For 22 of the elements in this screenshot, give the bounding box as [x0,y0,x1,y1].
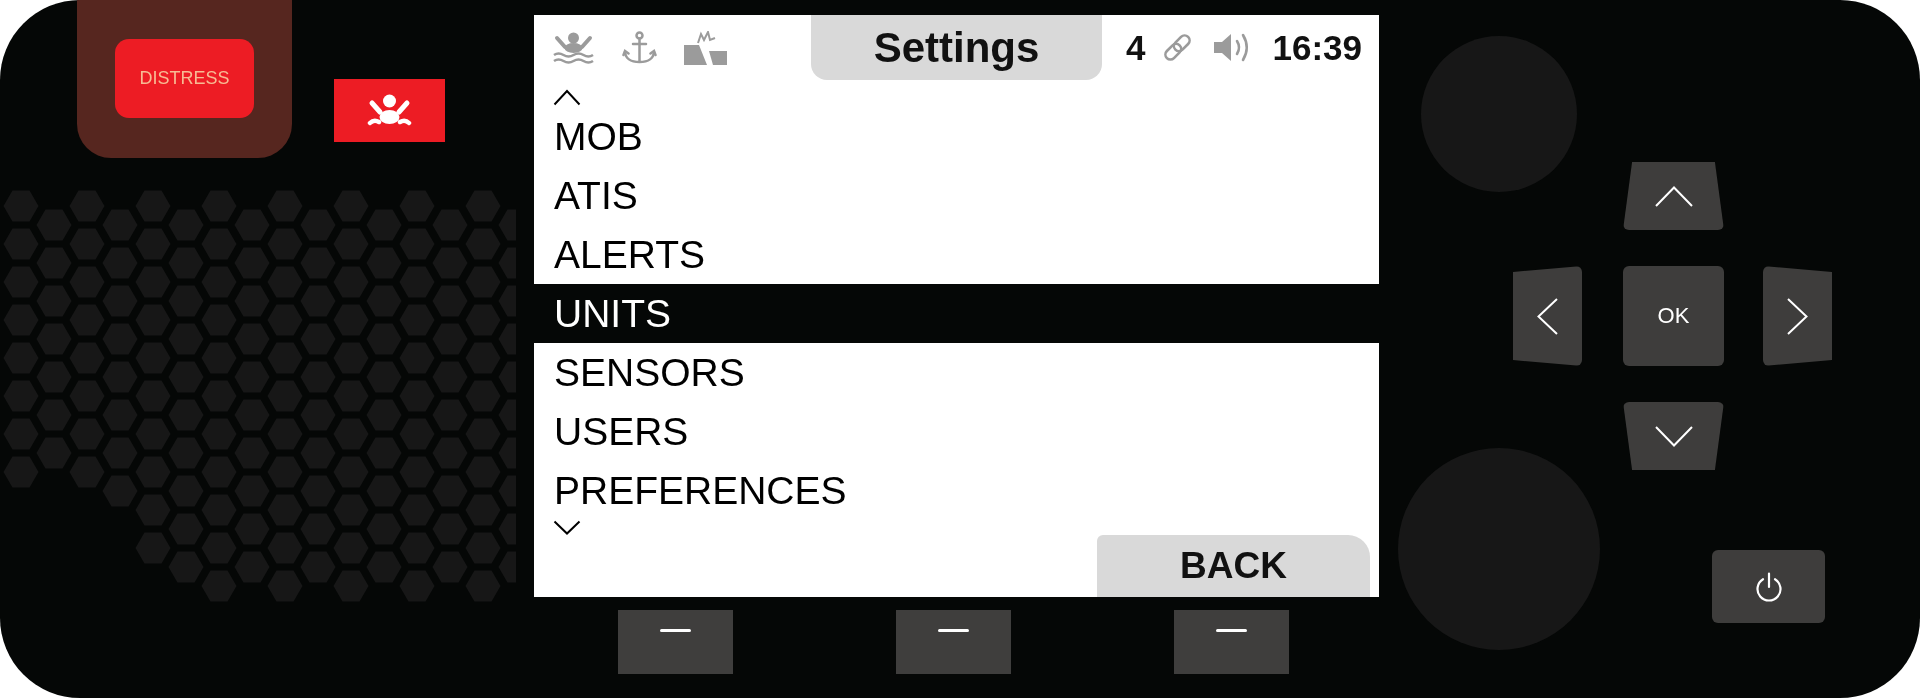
power-icon [1754,571,1783,602]
link-count: 4 [1126,27,1146,68]
right-button[interactable] [1763,266,1832,366]
broken-block-icon [684,30,727,65]
person-in-water-icon [367,93,412,128]
dash-icon [660,629,691,632]
chevron-up-icon [1654,185,1693,207]
chevron-left-icon [1537,297,1558,335]
left-button[interactable] [1513,266,1582,366]
clock-time: 16:39 [1272,27,1362,68]
dash-icon [938,629,969,632]
anchor-icon [622,30,657,65]
menu-item[interactable]: UNITS [534,284,1379,343]
chevron-right-icon [1787,297,1808,335]
dash-icon [1216,629,1247,632]
ok-button[interactable]: OK [1623,266,1724,366]
screen-title: Settings [811,15,1102,80]
power-button[interactable] [1712,550,1825,623]
back-button[interactable]: BACK [1097,535,1370,597]
person-in-water-icon [552,31,595,64]
chevron-down-icon [1654,425,1693,447]
mob-button[interactable] [334,79,445,142]
